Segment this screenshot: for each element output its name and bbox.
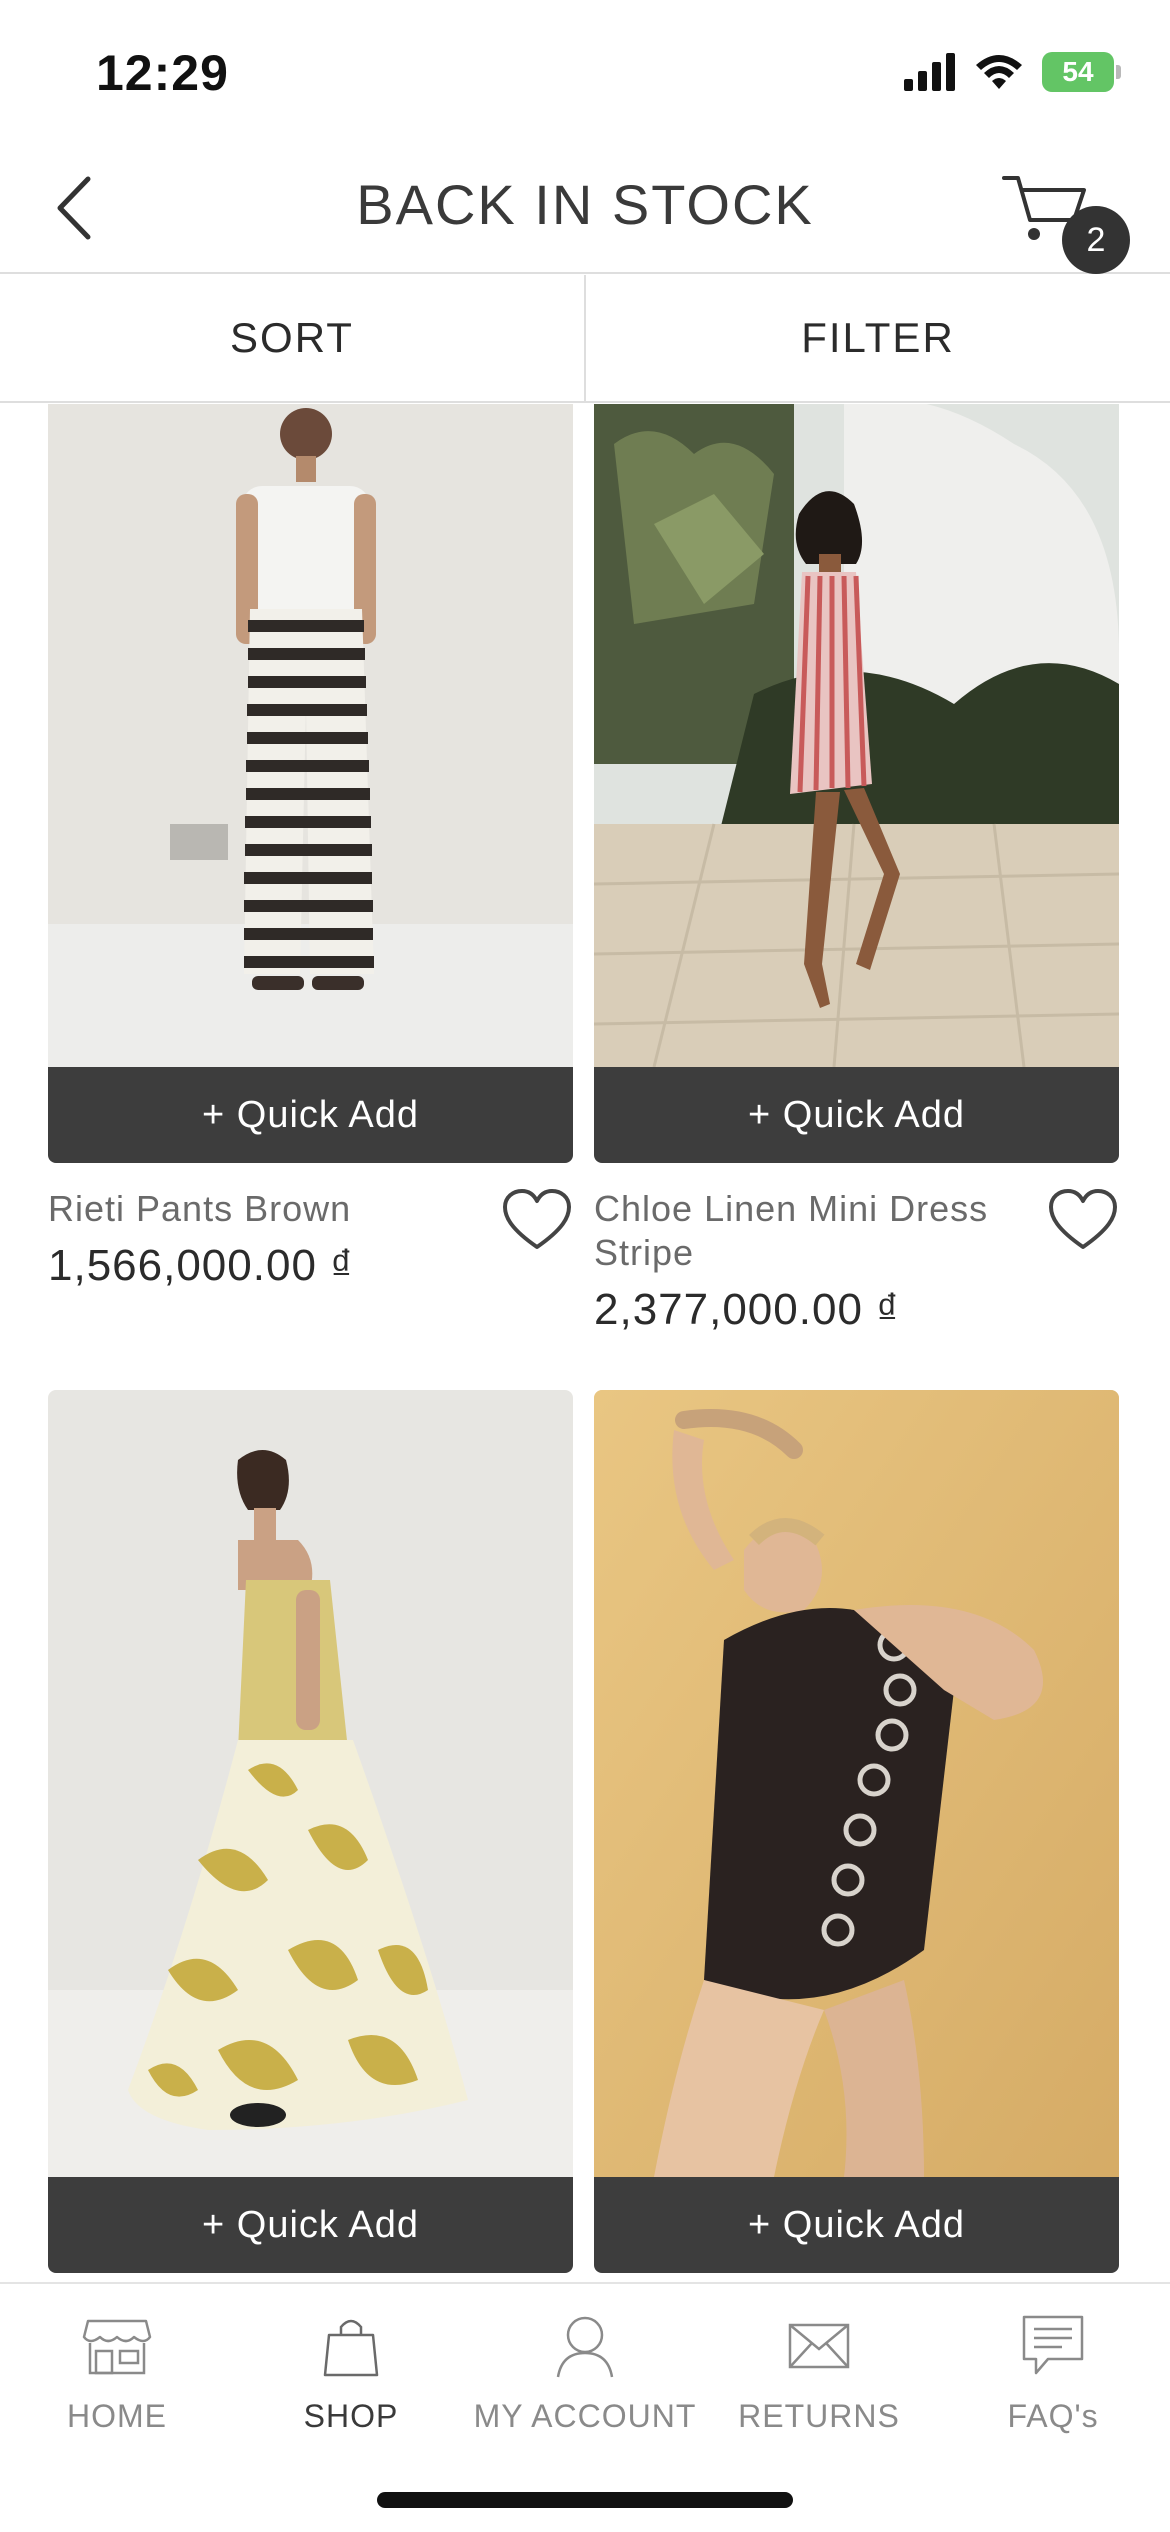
status-time: 12:29	[96, 45, 229, 101]
nav-shop[interactable]: SHOP	[234, 2304, 468, 2435]
product-card[interactable]: + Quick Add	[48, 1390, 573, 2273]
store-icon	[82, 2319, 152, 2375]
quick-add-button[interactable]: + Quick Add	[48, 2177, 573, 2273]
heart-icon	[1049, 1189, 1117, 1249]
nav-home[interactable]: HOME	[0, 2304, 234, 2435]
filter-button[interactable]: FILTER	[584, 275, 1170, 401]
product-card[interactable]: + Quick Add	[594, 1390, 1119, 2273]
signal-icon	[904, 53, 955, 91]
cart-count-badge: 2	[1062, 206, 1130, 274]
nav-my-account[interactable]: MY ACCOUNT	[468, 2304, 702, 2435]
quick-add-button[interactable]: + Quick Add	[594, 2177, 1119, 2273]
product-card[interactable]: + Quick Add Rieti Pants Brown 1,566,000.…	[48, 404, 573, 1291]
header: BACK IN STOCK 2	[0, 140, 1170, 274]
nav-label: SHOP	[303, 2398, 399, 2434]
product-name[interactable]: Chloe Linen Mini Dress Stripe	[594, 1187, 1029, 1275]
nav-faqs[interactable]: FAQ's	[936, 2304, 1170, 2435]
nav-returns[interactable]: RETURNS	[702, 2304, 936, 2435]
shopping-bag-icon	[323, 2319, 379, 2377]
nav-label: MY ACCOUNT	[473, 2398, 697, 2434]
quick-add-button[interactable]: + Quick Add	[594, 1067, 1119, 1163]
product-info: Rieti Pants Brown 1,566,000.00 ₫	[48, 1163, 573, 1291]
product-name[interactable]: Rieti Pants Brown	[48, 1187, 483, 1231]
wishlist-button[interactable]	[1047, 1187, 1119, 1253]
product-card[interactable]: + Quick Add Chloe Linen Mini Dress Strip…	[594, 404, 1119, 1335]
wifi-icon	[976, 55, 1022, 89]
sort-button[interactable]: SORT	[0, 275, 584, 401]
product-image[interactable]	[48, 1390, 573, 2177]
product-image[interactable]	[594, 404, 1119, 1067]
battery-level: 54	[1062, 56, 1094, 87]
nav-label: RETURNS	[738, 2398, 900, 2434]
user-icon	[556, 2316, 614, 2378]
page-title: BACK IN STOCK	[356, 173, 814, 236]
status-icons: 54	[904, 50, 1121, 94]
product-image[interactable]	[48, 404, 573, 1067]
product-image[interactable]	[594, 1390, 1119, 2177]
sort-filter-bar: SORT FILTER	[0, 275, 1170, 403]
heart-icon	[503, 1189, 571, 1249]
product-info: Chloe Linen Mini Dress Stripe 2,377,000.…	[594, 1163, 1119, 1335]
product-grid: + Quick Add Rieti Pants Brown 1,566,000.…	[0, 404, 1170, 2282]
home-indicator[interactable]	[377, 2492, 793, 2508]
nav-label: FAQ's	[1007, 2398, 1099, 2434]
product-price: 1,566,000.00 ₫	[48, 1241, 354, 1290]
cart-button[interactable]: 2	[1000, 164, 1130, 274]
quick-add-button[interactable]: + Quick Add	[48, 1067, 573, 1163]
battery-indicator: 54	[1042, 52, 1121, 92]
envelope-icon	[788, 2323, 850, 2369]
product-price: 2,377,000.00 ₫	[594, 1285, 900, 1334]
wishlist-button[interactable]	[501, 1187, 573, 1253]
chat-icon	[1022, 2315, 1084, 2375]
nav-label: HOME	[67, 2398, 167, 2434]
status-bar: 12:29 54	[0, 0, 1170, 140]
